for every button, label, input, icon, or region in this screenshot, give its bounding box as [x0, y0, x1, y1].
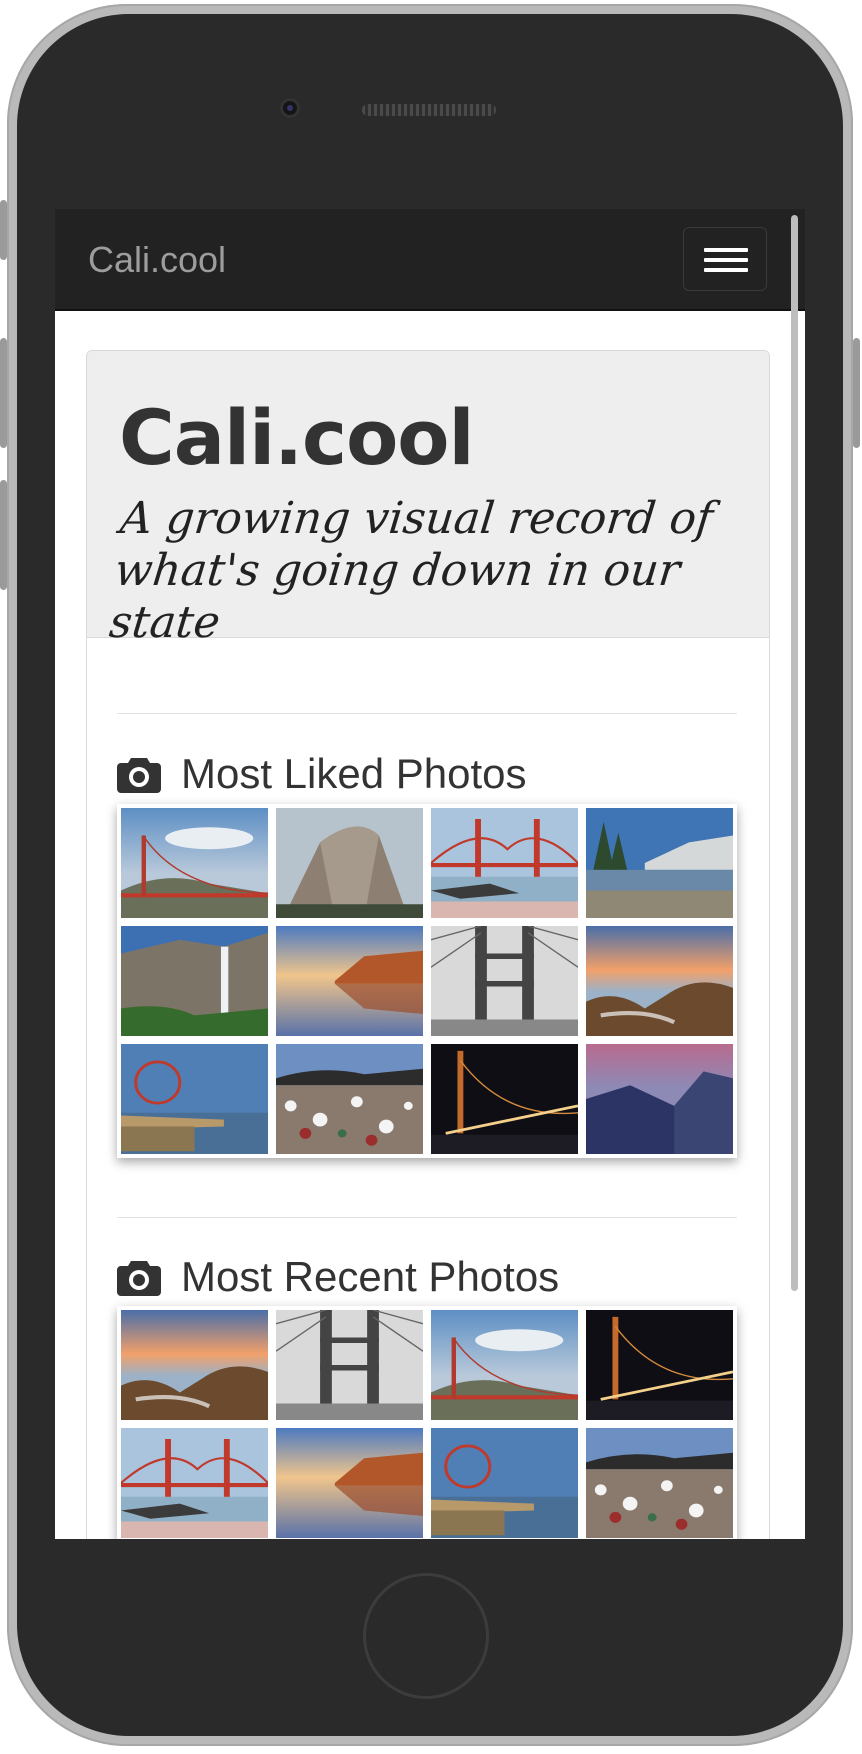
volume-up-button: [0, 338, 7, 448]
navbar-brand[interactable]: Cali.cool: [88, 239, 226, 281]
most-recent-header: Most Recent Photos: [117, 1252, 559, 1302]
photo-thumbnail[interactable]: [121, 1310, 268, 1420]
page-subtitle: A growing visual record of what's going …: [106, 493, 716, 648]
most-liked-header: Most Liked Photos: [117, 749, 527, 799]
photo-thumbnail[interactable]: [586, 926, 733, 1036]
hamburger-icon-bar: [704, 268, 748, 272]
section-title: Most Liked Photos: [181, 750, 527, 797]
photo-thumbnail[interactable]: [586, 1044, 733, 1154]
photo-thumbnail[interactable]: [276, 1310, 423, 1420]
most-recent-grid: [117, 1306, 737, 1539]
home-button[interactable]: [363, 1573, 489, 1699]
camera-icon: [117, 758, 161, 793]
photo-thumbnail[interactable]: [121, 808, 268, 918]
photo-thumbnail[interactable]: [121, 926, 268, 1036]
phone-screen: Cali.cool Cali.cool A growing visual rec…: [55, 209, 805, 1539]
page-title: Cali.cool: [119, 393, 475, 482]
divider: [117, 713, 737, 714]
photo-thumbnail[interactable]: [121, 1428, 268, 1538]
photo-thumbnail[interactable]: [431, 1428, 578, 1538]
photo-thumbnail[interactable]: [276, 1428, 423, 1538]
power-button: [853, 338, 860, 448]
photo-thumbnail[interactable]: [276, 808, 423, 918]
photo-thumbnail[interactable]: [121, 1044, 268, 1154]
divider: [117, 1217, 737, 1218]
jumbotron: Cali.cool A growing visual record of wha…: [86, 350, 770, 648]
photo-thumbnail[interactable]: [586, 1428, 733, 1538]
hamburger-icon-bar: [704, 258, 748, 262]
volume-down-button: [0, 480, 7, 590]
menu-toggle-button[interactable]: [683, 227, 767, 291]
scrollbar[interactable]: [791, 215, 798, 1291]
hamburger-icon: [704, 248, 748, 252]
front-camera: [280, 98, 300, 118]
photo-thumbnail[interactable]: [431, 926, 578, 1036]
most-liked-grid: [117, 804, 737, 1158]
navbar: Cali.cool: [55, 209, 805, 311]
photo-thumbnail[interactable]: [431, 808, 578, 918]
photo-thumbnail[interactable]: [276, 1044, 423, 1154]
photo-thumbnail[interactable]: [276, 926, 423, 1036]
section-title: Most Recent Photos: [181, 1253, 560, 1300]
photo-thumbnail[interactable]: [431, 1310, 578, 1420]
photo-thumbnail[interactable]: [586, 808, 733, 918]
photo-thumbnail[interactable]: [586, 1310, 733, 1420]
photo-thumbnail[interactable]: [431, 1044, 578, 1154]
mute-switch: [0, 200, 7, 260]
camera-icon: [117, 1261, 161, 1296]
earpiece-speaker: [362, 104, 496, 116]
